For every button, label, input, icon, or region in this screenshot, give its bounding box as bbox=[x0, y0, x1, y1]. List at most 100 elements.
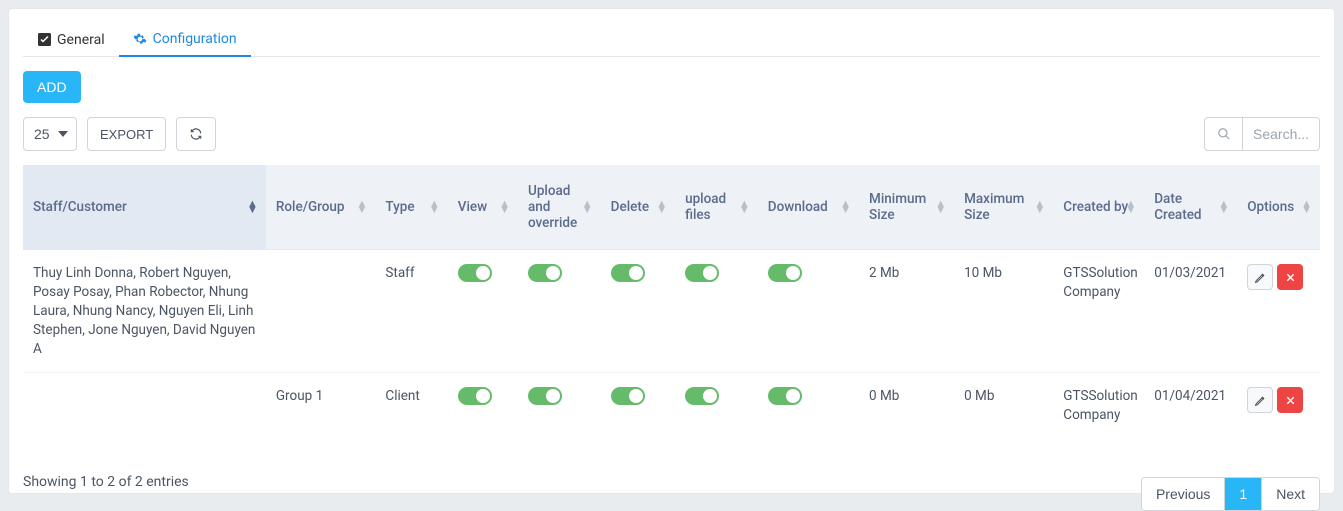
pencil-icon bbox=[1254, 271, 1267, 284]
cell-min: 0 Mb bbox=[859, 373, 954, 439]
col-staff[interactable]: Staff/Customer▲▼ bbox=[23, 165, 266, 250]
col-created-by[interactable]: Created by▲▼ bbox=[1053, 165, 1144, 250]
col-date-created[interactable]: Date Created▲▼ bbox=[1144, 165, 1237, 250]
cell-options bbox=[1237, 250, 1320, 373]
search-icon bbox=[1217, 127, 1231, 141]
config-panel: General Configuration ADD 25 EXPORT bbox=[8, 8, 1335, 494]
cell-upload-files bbox=[675, 250, 758, 373]
toggle-download[interactable] bbox=[768, 387, 802, 405]
col-delete[interactable]: Delete▲▼ bbox=[601, 165, 675, 250]
cell-view bbox=[448, 373, 518, 439]
cell-date: 01/04/2021 bbox=[1144, 373, 1237, 439]
cell-upload-override bbox=[518, 250, 601, 373]
toggle-upload-override[interactable] bbox=[528, 264, 562, 282]
next-button[interactable]: Next bbox=[1262, 478, 1319, 510]
table-footer: Showing 1 to 2 of 2 entries Previous 1 N… bbox=[23, 453, 1320, 511]
sort-icon: ▲▼ bbox=[656, 201, 667, 213]
cell-staff bbox=[23, 373, 266, 439]
entries-info: Showing 1 to 2 of 2 entries bbox=[23, 474, 189, 490]
cell-date: 01/03/2021 bbox=[1144, 250, 1237, 373]
col-min-size[interactable]: Minimum Size▲▼ bbox=[859, 165, 954, 250]
row-actions bbox=[1247, 387, 1310, 413]
col-role[interactable]: Role/Group▲▼ bbox=[266, 165, 376, 250]
toolbar-left: 25 EXPORT bbox=[23, 117, 216, 151]
col-upload-override[interactable]: Upload and override▲▼ bbox=[518, 165, 601, 250]
export-button[interactable]: EXPORT bbox=[87, 117, 166, 151]
col-options[interactable]: Options▲▼ bbox=[1237, 165, 1320, 250]
tabs: General Configuration bbox=[23, 23, 1320, 57]
refresh-button[interactable] bbox=[176, 117, 216, 151]
cell-download bbox=[758, 250, 859, 373]
delete-button[interactable] bbox=[1277, 264, 1303, 290]
cell-min: 2 Mb bbox=[859, 250, 954, 373]
sort-icon: ▲▼ bbox=[1218, 201, 1229, 213]
edit-button[interactable] bbox=[1247, 264, 1273, 290]
sort-icon: ▲▼ bbox=[739, 201, 750, 213]
pagination: Previous 1 Next bbox=[1141, 477, 1320, 511]
cell-staff: Thuy Linh Donna, Robert Nguyen, Posay Po… bbox=[23, 250, 266, 373]
toggle-upload-override[interactable] bbox=[528, 387, 562, 405]
table-row: Group 1 Client 0 Mb 0 Mb GTSSolution Com… bbox=[23, 373, 1320, 439]
cell-max: 10 Mb bbox=[954, 250, 1053, 373]
page-1-button[interactable]: 1 bbox=[1225, 478, 1262, 510]
close-icon bbox=[1285, 272, 1296, 283]
cell-role: Group 1 bbox=[266, 373, 376, 439]
cell-upload-override bbox=[518, 373, 601, 439]
cell-upload-files bbox=[675, 373, 758, 439]
add-button[interactable]: ADD bbox=[23, 71, 81, 103]
col-type[interactable]: Type▲▼ bbox=[375, 165, 447, 250]
permissions-table: Staff/Customer▲▼ Role/Group▲▼ Type▲▼ Vie… bbox=[23, 165, 1320, 439]
toolbar: 25 EXPORT bbox=[23, 117, 1320, 151]
toggle-delete[interactable] bbox=[611, 387, 645, 405]
search-group bbox=[1204, 117, 1320, 151]
cell-type: Client bbox=[375, 373, 447, 439]
search-input[interactable] bbox=[1242, 117, 1320, 151]
pencil-icon bbox=[1254, 394, 1267, 407]
refresh-icon bbox=[189, 127, 203, 141]
toggle-view[interactable] bbox=[458, 387, 492, 405]
tab-configuration[interactable]: Configuration bbox=[119, 23, 251, 57]
tab-configuration-label: Configuration bbox=[153, 31, 237, 47]
toggle-view[interactable] bbox=[458, 264, 492, 282]
cell-options bbox=[1237, 373, 1320, 439]
cell-max: 0 Mb bbox=[954, 373, 1053, 439]
previous-button[interactable]: Previous bbox=[1142, 478, 1225, 510]
cell-created-by: GTSSolution Company bbox=[1053, 373, 1144, 439]
sort-icon: ▲▼ bbox=[840, 201, 851, 213]
close-icon bbox=[1285, 395, 1296, 406]
cell-delete bbox=[601, 250, 675, 373]
checkbox-icon bbox=[37, 33, 51, 47]
page-size-select[interactable]: 25 bbox=[23, 117, 77, 151]
toggle-delete[interactable] bbox=[611, 264, 645, 282]
cell-delete bbox=[601, 373, 675, 439]
gear-icon bbox=[133, 32, 147, 46]
cell-type: Staff bbox=[375, 250, 447, 373]
col-upload-files[interactable]: upload files▲▼ bbox=[675, 165, 758, 250]
toggle-upload-files[interactable] bbox=[685, 264, 719, 282]
col-max-size[interactable]: Maximum Size▲▼ bbox=[954, 165, 1053, 250]
edit-button[interactable] bbox=[1247, 387, 1273, 413]
sort-icon: ▲▼ bbox=[1034, 201, 1045, 213]
table-header-row: Staff/Customer▲▼ Role/Group▲▼ Type▲▼ Vie… bbox=[23, 165, 1320, 250]
col-view[interactable]: View▲▼ bbox=[448, 165, 518, 250]
cell-created-by: GTSSolution Company bbox=[1053, 250, 1144, 373]
row-actions bbox=[1247, 264, 1310, 290]
toggle-download[interactable] bbox=[768, 264, 802, 282]
sort-icon: ▲▼ bbox=[582, 201, 593, 213]
cell-role bbox=[266, 250, 376, 373]
col-download[interactable]: Download▲▼ bbox=[758, 165, 859, 250]
cell-download bbox=[758, 373, 859, 439]
delete-button[interactable] bbox=[1277, 387, 1303, 413]
sort-icon: ▲▼ bbox=[1301, 201, 1312, 213]
toggle-upload-files[interactable] bbox=[685, 387, 719, 405]
cell-view bbox=[448, 250, 518, 373]
sort-icon: ▲▼ bbox=[499, 201, 510, 213]
sort-icon: ▲▼ bbox=[357, 201, 368, 213]
search-button[interactable] bbox=[1204, 117, 1242, 151]
toolbar-right bbox=[1204, 117, 1320, 151]
tab-general[interactable]: General bbox=[23, 23, 119, 56]
table-row: Thuy Linh Donna, Robert Nguyen, Posay Po… bbox=[23, 250, 1320, 373]
sort-icon: ▲▼ bbox=[429, 201, 440, 213]
tab-general-label: General bbox=[57, 32, 105, 48]
sort-icon: ▲▼ bbox=[935, 201, 946, 213]
